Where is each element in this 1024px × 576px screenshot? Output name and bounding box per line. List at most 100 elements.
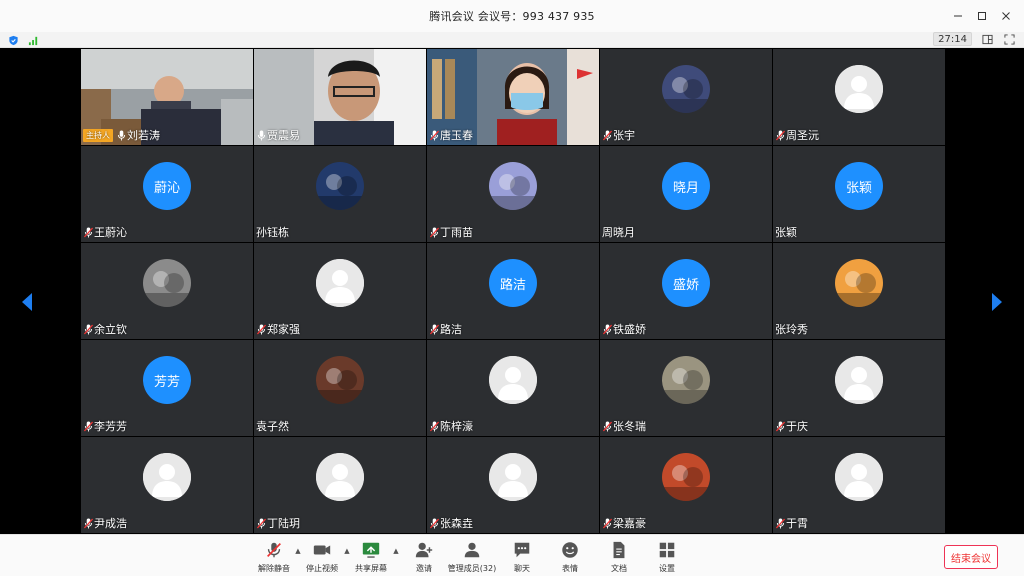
participant-name: 王蔚沁 <box>94 226 127 239</box>
photo-avatar <box>143 259 191 307</box>
participant-tile[interactable]: 晓月 周晓月 <box>600 146 772 242</box>
participant-name: 周晓月 <box>602 226 635 239</box>
invite-label: 邀请 <box>416 564 432 573</box>
manage-members-button[interactable]: 管理成员(32) <box>447 537 497 575</box>
members-icon <box>461 539 483 561</box>
participant-label: 张森垚 <box>429 515 473 531</box>
close-icon <box>1002 12 1010 20</box>
mic-muted-icon <box>83 226 93 238</box>
participant-label: 唐玉春 <box>429 127 473 143</box>
stop-video-button[interactable]: 停止视频 <box>300 537 344 575</box>
participant-tile[interactable]: 张颖 张颖 <box>773 146 945 242</box>
unmute-label: 解除静音 <box>258 564 290 573</box>
bottom-toolbar: 解除静音 ▲ 停止视频 ▲ 共享屏幕 ▲ 邀请 管理成员(32) 聊天 表情 文… <box>0 534 1024 576</box>
video-stage: 主持人 刘若涛贾震易 唐玉春 张宇周圣沅蔚沁 王蔚沁 孙钰栋 丁雨苗 晓月 周晓月 张颖 张颖余立钦… <box>0 48 1024 534</box>
share-screen-icon <box>360 539 382 561</box>
security-shield-icon[interactable] <box>6 33 20 47</box>
participant-tile[interactable]: 梁嘉豪 <box>600 437 772 533</box>
participant-tile[interactable]: 孙钰栋 <box>254 146 426 242</box>
participant-name: 贾震易 <box>267 129 300 142</box>
share-options-caret-icon[interactable]: ▲ <box>392 547 400 555</box>
participant-tile[interactable]: 贾震易 <box>254 49 426 145</box>
participant-tile[interactable]: 唐玉春 <box>427 49 599 145</box>
mic-muted-icon <box>263 539 285 561</box>
mic-muted-icon <box>602 129 612 141</box>
participant-tile[interactable]: 张冬瑞 <box>600 340 772 436</box>
end-meeting-button[interactable]: 结束会议 <box>944 545 998 569</box>
text-avatar: 盛娇 <box>662 259 710 307</box>
mic-muted-icon <box>602 420 612 432</box>
manage-members-label: 管理成员(32) <box>447 564 497 573</box>
participant-tile[interactable]: 蔚沁 王蔚沁 <box>81 146 253 242</box>
participant-tile[interactable]: 郑家强 <box>254 243 426 339</box>
share-screen-button[interactable]: 共享屏幕 <box>349 537 393 575</box>
mic-muted-icon <box>429 129 439 141</box>
maximize-icon <box>978 12 986 20</box>
smiley-icon <box>559 539 581 561</box>
minimize-button[interactable] <box>948 6 968 26</box>
participant-label: 张玲秀 <box>775 321 808 337</box>
photo-avatar <box>662 453 710 501</box>
chat-button[interactable]: 聊天 <box>500 537 544 575</box>
participant-tile[interactable]: 丁陆玥 <box>254 437 426 533</box>
mic-muted-icon <box>775 420 785 432</box>
layout-icon[interactable] <box>980 32 994 46</box>
unmute-button[interactable]: 解除静音 <box>252 537 296 575</box>
participant-tile[interactable]: 尹成浩 <box>81 437 253 533</box>
maximize-button[interactable] <box>972 6 992 26</box>
participant-tile[interactable]: 陈梓濠 <box>427 340 599 436</box>
close-button[interactable] <box>996 6 1016 26</box>
participant-tile[interactable]: 于霄 <box>773 437 945 533</box>
reactions-button[interactable]: 表情 <box>548 537 592 575</box>
text-avatar: 芳芳 <box>143 356 191 404</box>
participant-tile[interactable]: 周圣沅 <box>773 49 945 145</box>
previous-page-arrow-icon[interactable] <box>20 292 34 312</box>
participant-name: 于霄 <box>786 517 808 530</box>
participant-label: 周圣沅 <box>775 127 819 143</box>
minimize-icon <box>954 15 962 17</box>
participant-label: 袁子然 <box>256 418 289 434</box>
participant-name: 于庆 <box>786 420 808 433</box>
mic-muted-icon <box>775 517 785 529</box>
participant-label: 周晓月 <box>602 224 635 240</box>
text-avatar: 张颖 <box>835 162 883 210</box>
participant-tile[interactable]: 于庆 <box>773 340 945 436</box>
participant-tile[interactable]: 主持人 刘若涛 <box>81 49 253 145</box>
signal-strength-icon[interactable] <box>26 33 40 47</box>
mic-muted-icon <box>429 517 439 529</box>
settings-button[interactable]: 设置 <box>645 537 689 575</box>
chat-bubble-icon <box>511 539 533 561</box>
participant-tile[interactable]: 余立钦 <box>81 243 253 339</box>
participant-tile[interactable]: 路洁 路洁 <box>427 243 599 339</box>
participant-name: 丁雨苗 <box>440 226 473 239</box>
participant-tile[interactable]: 芳芳 李芳芳 <box>81 340 253 436</box>
participant-name: 周圣沅 <box>786 129 819 142</box>
default-avatar-icon <box>316 453 364 501</box>
participant-name: 张冬瑞 <box>613 420 646 433</box>
mic-muted-icon <box>775 129 785 141</box>
mic-muted-icon <box>256 323 266 335</box>
photo-avatar <box>316 162 364 210</box>
participant-label: 余立钦 <box>83 321 127 337</box>
fullscreen-icon[interactable] <box>1002 32 1016 46</box>
participant-tile[interactable]: 丁雨苗 <box>427 146 599 242</box>
chat-label: 聊天 <box>514 564 530 573</box>
participant-tile[interactable]: 张玲秀 <box>773 243 945 339</box>
document-icon <box>608 539 630 561</box>
documents-button[interactable]: 文档 <box>597 537 641 575</box>
default-avatar-icon <box>316 259 364 307</box>
invite-button[interactable]: 邀请 <box>402 537 446 575</box>
participant-tile[interactable]: 张宇 <box>600 49 772 145</box>
participant-tile[interactable]: 张森垚 <box>427 437 599 533</box>
mic-muted-icon <box>83 420 93 432</box>
participant-label: 丁陆玥 <box>256 515 300 531</box>
next-page-arrow-icon[interactable] <box>990 292 1004 312</box>
participant-tile[interactable]: 盛娇 铁盛娇 <box>600 243 772 339</box>
participant-label: 梁嘉豪 <box>602 515 646 531</box>
participant-label: 张冬瑞 <box>602 418 646 434</box>
participant-tile[interactable]: 袁子然 <box>254 340 426 436</box>
participant-name: 丁陆玥 <box>267 517 300 530</box>
default-avatar-icon <box>835 356 883 404</box>
mic-on-icon <box>256 129 266 141</box>
participant-name: 孙钰栋 <box>256 226 289 239</box>
